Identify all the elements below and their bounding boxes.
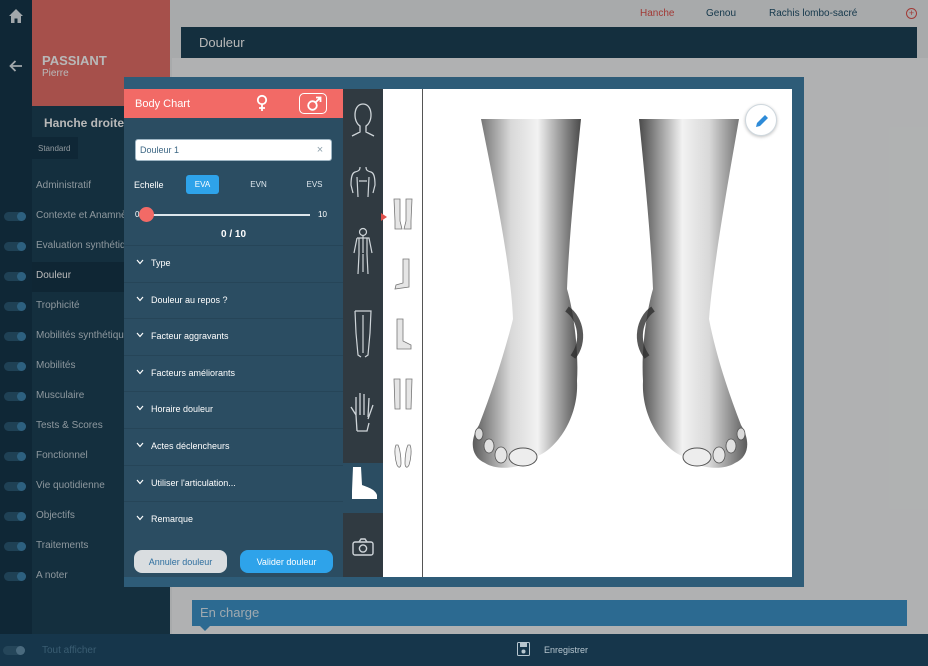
foot-view-list [381,89,423,577]
clear-icon[interactable]: × [314,144,326,156]
scale-label: Echelle [134,180,164,190]
foot-icon [352,467,377,499]
footer-bar: Tout afficher Enregistrer [0,634,928,666]
body-chart-modal: Body Chart × Echelle EVA EVN EVS 0 10 0 … [124,77,804,587]
foot-back-view-thumb[interactable] [391,377,415,413]
pain-section[interactable]: Utiliser l'articulation... [124,464,343,502]
scale-option-eva[interactable]: EVA [186,175,219,194]
body-part-full[interactable] [343,227,383,277]
scale-option-evn[interactable]: EVN [242,175,275,194]
pain-sections: Type Douleur au repos ? Facteur aggravants… [124,245,343,538]
chevron-down-icon [136,515,144,521]
pain-section[interactable]: Douleur au repos ? [124,281,343,319]
body-chart-canvas[interactable] [381,89,792,577]
pain-section-label: Facteurs améliorants [151,367,236,378]
pain-section[interactable]: Type [124,245,343,282]
body-part-torso[interactable] [343,163,383,213]
legs-icon [354,310,372,358]
pain-section[interactable]: Remarque [124,501,343,538]
body-part-selector [343,89,383,577]
head-icon [351,103,375,137]
chevron-down-icon [136,296,144,302]
pain-section[interactable]: Facteur aggravants [124,318,343,355]
chevron-down-icon [136,442,144,448]
female-icon[interactable] [255,94,269,112]
slider-max-label: 10 [318,210,327,219]
modal-header: Body Chart [124,89,343,118]
pain-section-label: Horaire douleur [151,404,214,415]
scale-option-evs[interactable]: EVS [298,175,331,194]
pain-form-panel: Body Chart × Echelle EVA EVN EVS 0 10 0 … [124,89,343,577]
male-icon [307,96,322,111]
body-part-legs[interactable] [343,309,383,359]
edit-drawing-button[interactable] [745,104,777,136]
body-part-hand[interactable] [343,389,383,439]
male-toggle-button[interactable] [299,93,327,114]
save-label[interactable]: Enregistrer [544,645,588,655]
modal-title: Body Chart [135,98,191,110]
chevron-down-icon [136,405,144,411]
chevron-down-icon [136,259,144,265]
save-icon[interactable] [517,642,530,656]
pain-section[interactable]: Horaire douleur [124,391,343,428]
pain-section[interactable]: Facteurs améliorants [124,354,343,392]
hand-icon [350,393,374,432]
pencil-icon [756,115,768,127]
selected-view-marker [381,213,387,221]
pain-section-label: Utiliser l'articulation... [151,477,236,488]
foot-side-view-thumb[interactable] [391,257,415,293]
foot-sole-view-thumb[interactable] [391,439,415,475]
chevron-down-icon [136,479,144,484]
chevron-down-icon [136,332,144,338]
feet-3d-model[interactable] [463,119,763,479]
show-all-toggle[interactable] [3,646,25,655]
foot-medial-view-thumb[interactable] [391,317,415,353]
chevron-down-icon [136,369,144,375]
pain-section-label: Remarque [151,514,194,525]
body-part-camera[interactable] [343,537,383,587]
show-all-label[interactable]: Tout afficher [42,645,96,656]
cancel-pain-button[interactable]: Annuler douleur [134,550,227,573]
pain-name-input[interactable] [135,139,332,161]
slider-thumb[interactable] [139,207,154,222]
slider-value: 0 / 10 [220,229,247,240]
pain-section[interactable]: Actes déclencheurs [124,427,343,465]
foot-front-view-thumb[interactable] [391,197,415,233]
full-body-icon [353,227,373,275]
pain-section-label: Facteur aggravants [151,331,229,342]
camera-icon [352,538,374,556]
pain-slider[interactable] [139,207,310,222]
torso-icon [350,166,376,198]
body-part-foot[interactable] [343,463,383,513]
validate-pain-button[interactable]: Valider douleur [240,550,333,573]
pain-section-label: Type [151,258,171,268]
pain-section-label: Actes déclencheurs [151,440,230,451]
pain-section-label: Douleur au repos ? [151,294,228,305]
body-part-head[interactable] [343,101,383,151]
